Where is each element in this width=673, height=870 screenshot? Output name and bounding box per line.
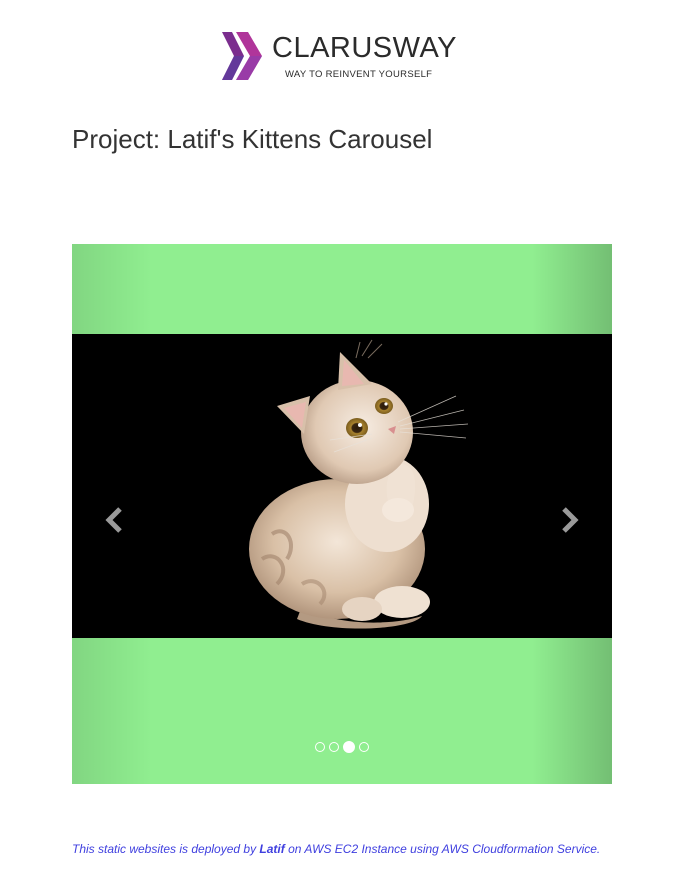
carousel-indicator[interactable] xyxy=(329,742,339,752)
kitten-illustration xyxy=(72,334,612,638)
kittens-carousel[interactable] xyxy=(72,244,612,784)
footer-author: Latif xyxy=(259,842,285,856)
chevron-right-icon xyxy=(562,507,579,533)
chevron-left-icon xyxy=(105,507,122,533)
deployment-note: This static websites is deployed by Lati… xyxy=(72,840,612,858)
logo-tagline: WAY TO REINVENT YOURSELF xyxy=(285,69,433,80)
page: CLARUSWAY WAY TO REINVENT YOURSELF Proje… xyxy=(0,0,673,870)
clarusway-logo[interactable]: CLARUSWAY WAY TO REINVENT YOURSELF xyxy=(222,30,462,84)
logo-chevrons-icon xyxy=(222,32,262,80)
logo-name: CLARUSWAY xyxy=(272,32,457,64)
carousel-indicators xyxy=(72,741,612,753)
carousel-next-button[interactable] xyxy=(554,500,584,540)
kitten-photo xyxy=(72,334,612,638)
carousel-prev-button[interactable] xyxy=(100,500,130,540)
footer-text-after: on AWS EC2 Instance using AWS Cloudforma… xyxy=(284,842,601,856)
carousel-indicator[interactable] xyxy=(359,742,369,752)
carousel-indicator[interactable] xyxy=(343,741,355,753)
carousel-indicator[interactable] xyxy=(315,742,325,752)
footer-text-before: This static websites is deployed by xyxy=(72,842,260,856)
page-title: Project: Latif's Kittens Carousel xyxy=(72,124,433,154)
